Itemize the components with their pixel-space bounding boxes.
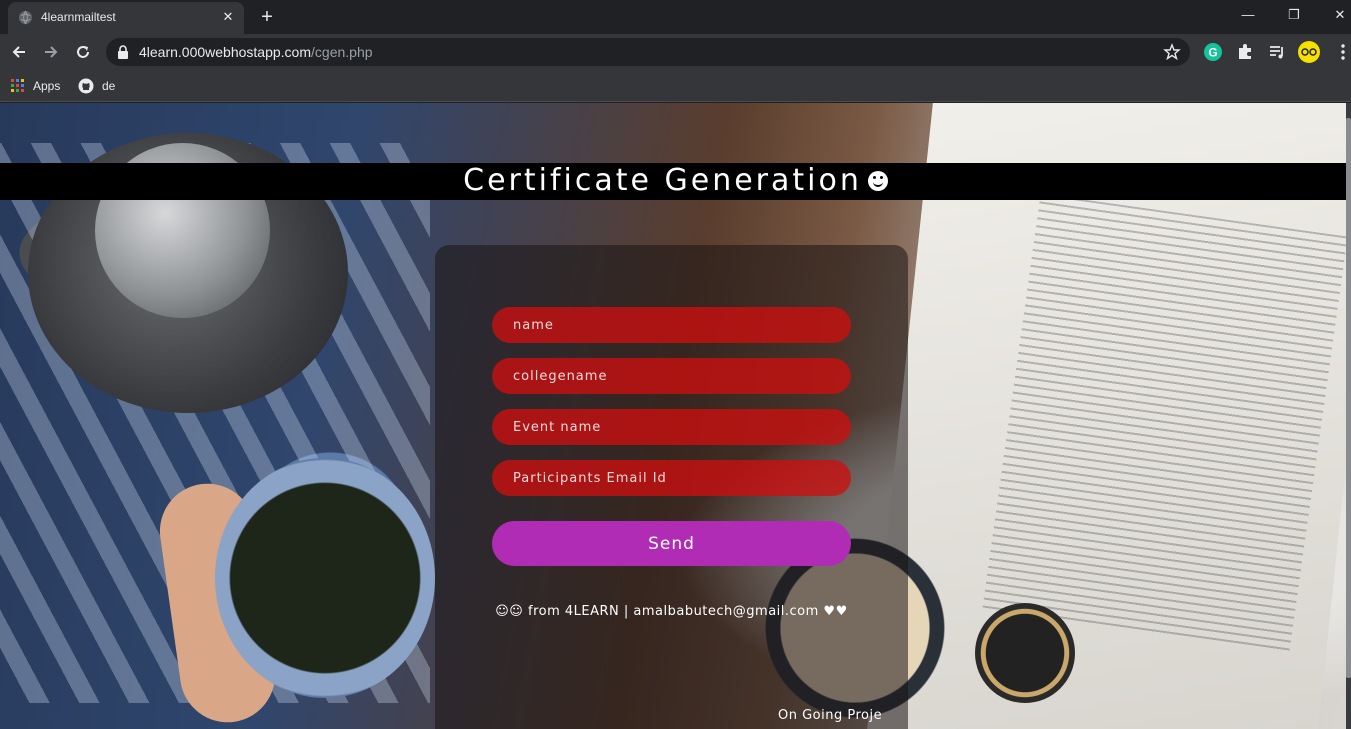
bookmark-star-icon[interactable] — [1163, 43, 1181, 61]
background-photo-cup — [215, 458, 435, 698]
back-button[interactable] — [6, 39, 32, 65]
address-bar[interactable]: 4learn.000webhostapp.com/cgen.php — [106, 38, 1190, 66]
tab-title: 4learnmailtest — [41, 10, 116, 24]
lock-icon — [118, 45, 128, 59]
reload-icon — [77, 46, 89, 58]
new-tab-button[interactable]: + — [256, 6, 278, 28]
bookmarks-bar: Apps de — [0, 70, 1351, 102]
send-button[interactable]: Send — [492, 521, 851, 566]
url-path: /cgen.php — [311, 44, 373, 60]
page-viewport: Certificate Generation Send ☺☺ from 4LEA… — [0, 103, 1351, 729]
bookmark-apps-label: Apps — [33, 79, 61, 93]
footer-credit: ☺☺ from 4LEARN | amalbabutech@gmail.com … — [495, 604, 848, 619]
forward-arrow-icon — [45, 46, 58, 58]
menu-kebab-icon[interactable] — [1333, 42, 1351, 62]
background-photo-watch — [975, 603, 1075, 703]
event-name-input[interactable] — [492, 409, 851, 445]
url-host: 4learn.000webhostapp.com — [139, 44, 312, 60]
back-arrow-icon — [12, 46, 25, 58]
apps-grid-icon — [11, 79, 24, 92]
college-name-input[interactable] — [492, 358, 851, 394]
name-input[interactable] — [492, 307, 851, 343]
github-icon — [78, 78, 94, 94]
smiley-icon — [867, 171, 888, 191]
tab-close-icon[interactable]: ✕ — [220, 9, 236, 25]
certificate-form-card: Send ☺☺ from 4LEARN | amalbabutech@gmail… — [435, 245, 908, 729]
page-title-text: Certificate Generation — [463, 163, 862, 198]
restore-button[interactable]: ❐ — [1280, 4, 1308, 26]
minimize-button[interactable]: — — [1234, 4, 1262, 26]
page-title: Certificate Generation — [0, 164, 1351, 198]
close-window-button[interactable]: ✕ — [1326, 4, 1351, 26]
svg-text:G: G — [1208, 46, 1217, 60]
media-control-icon[interactable] — [1267, 42, 1287, 62]
ongoing-projects-label: On Going Proje — [778, 708, 883, 723]
scrollbar-thumb[interactable] — [1346, 118, 1351, 678]
background-photo-book-text — [982, 193, 1348, 653]
bookmark-apps[interactable]: Apps — [11, 76, 60, 96]
browser-tab[interactable]: 4learnmailtest ✕ — [8, 2, 244, 34]
browser-toolbar: 4learn.000webhostapp.com/cgen.php G — [0, 34, 1351, 70]
url-text: 4learn.000webhostapp.com/cgen.php — [139, 44, 373, 60]
reload-button[interactable] — [70, 39, 96, 65]
page-scrollbar[interactable] — [1346, 103, 1351, 729]
grammarly-icon[interactable]: G — [1203, 42, 1223, 62]
bookmark-de-label: de — [102, 79, 116, 93]
forward-button[interactable] — [38, 39, 64, 65]
profile-avatar-icon[interactable] — [1297, 40, 1321, 64]
globe-icon — [18, 10, 33, 25]
bookmark-de[interactable]: de — [78, 76, 115, 96]
extensions-puzzle-icon[interactable] — [1235, 42, 1255, 62]
participants-email-input[interactable] — [492, 460, 851, 496]
tab-bar: 4learnmailtest ✕ + — ❐ ✕ — [0, 0, 1351, 34]
